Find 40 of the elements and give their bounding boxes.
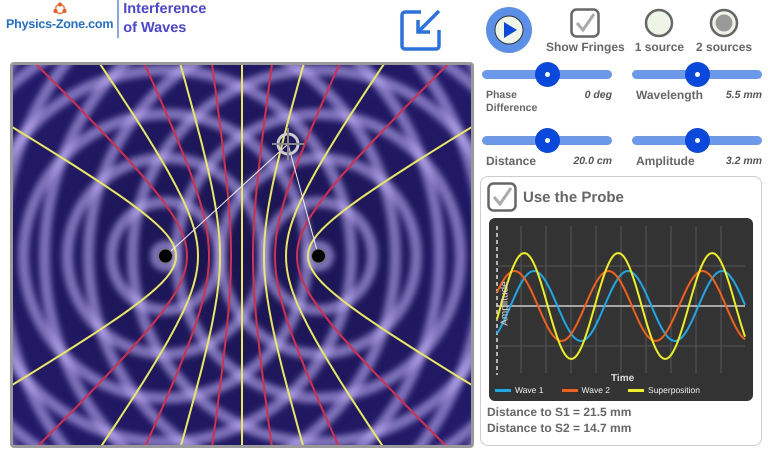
slider-value: 20.0 cm xyxy=(573,155,612,167)
source-option[interactable]: 1 source xyxy=(634,8,684,54)
checkbox[interactable] xyxy=(570,8,600,38)
logo-icon xyxy=(52,2,67,16)
slider-track[interactable] xyxy=(632,62,762,87)
logo-text: Physics-Zone.com xyxy=(6,17,114,31)
radio-button[interactable] xyxy=(709,8,740,38)
legend-label: Wave 1 xyxy=(515,385,544,395)
app-title: of Waves xyxy=(123,19,188,38)
slider-value: 0 deg xyxy=(584,89,612,101)
slider-value: 5.5 mm xyxy=(726,89,762,101)
option-label: 1 source xyxy=(634,40,684,54)
distance-readout: Distance to S1 = 21.5 mm xyxy=(487,404,632,420)
slider-thumb[interactable] xyxy=(534,128,560,153)
app-title: Interference xyxy=(123,0,206,19)
slider-thumb[interactable] xyxy=(684,62,710,87)
slider-thumb[interactable] xyxy=(534,62,560,87)
slider-track[interactable] xyxy=(482,62,612,87)
slider-label: Amplitude xyxy=(635,155,696,168)
play-button[interactable] xyxy=(486,7,532,53)
axis-label: Amplitude xyxy=(500,281,511,326)
option-label: Use the Probe xyxy=(523,188,624,206)
show-fringes-toggle[interactable]: Show Fringes xyxy=(546,8,625,54)
slider-label: Distance xyxy=(485,155,538,168)
slider-track[interactable] xyxy=(632,128,762,153)
checkbox[interactable] xyxy=(487,182,517,212)
slider-label: Wavelength xyxy=(635,89,704,102)
slider-value: 3.2 mm xyxy=(726,155,762,167)
slider-label: Phase Difference xyxy=(485,89,538,115)
use-probe-toggle[interactable]: Use the Probe xyxy=(487,182,753,212)
axis-label: Time xyxy=(611,373,634,384)
slider-thumb[interactable] xyxy=(684,128,710,153)
option-label: 2 sources xyxy=(696,40,752,54)
option-label: Show Fringes xyxy=(546,40,625,54)
distance-readout: Distance to S2 = 14.7 mm xyxy=(487,420,632,436)
source-option[interactable]: 2 sources xyxy=(696,8,752,54)
legend-label: Superposition xyxy=(648,385,700,395)
radio-button[interactable] xyxy=(644,8,674,38)
slider-track[interactable] xyxy=(482,128,612,153)
legend-label: Wave 2 xyxy=(582,385,610,395)
